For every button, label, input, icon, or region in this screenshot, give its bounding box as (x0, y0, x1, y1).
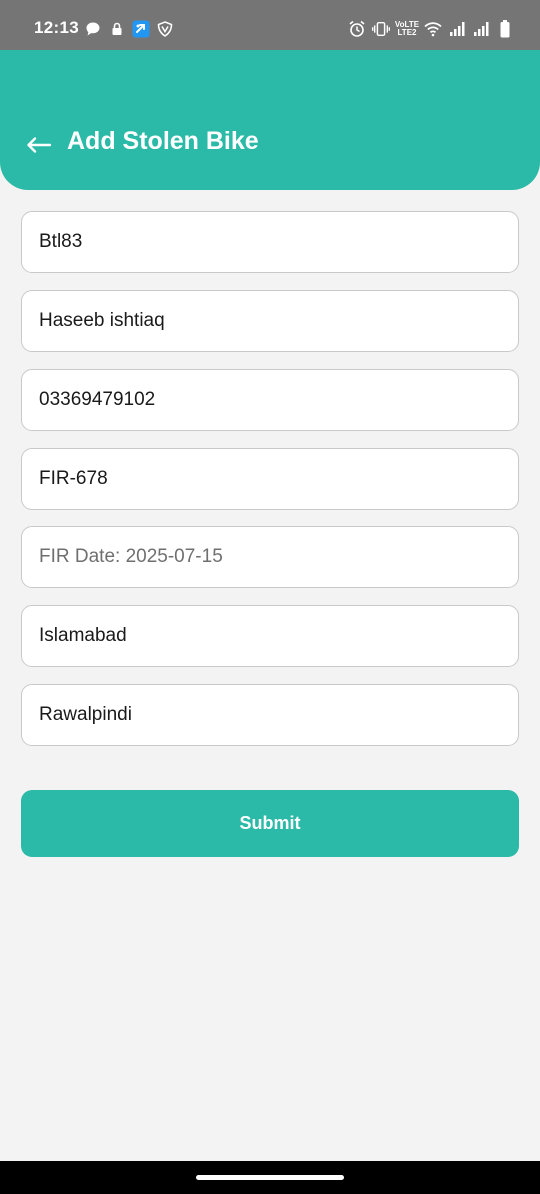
vpn-shield-icon (156, 20, 174, 38)
wifi-icon (424, 20, 442, 38)
area-field[interactable] (21, 684, 519, 746)
battery-icon (496, 20, 514, 38)
phone-number-field[interactable] (21, 369, 519, 431)
alarm-icon (348, 20, 366, 38)
messaging-app-icon (132, 20, 150, 38)
status-right-icons: VoLTE LTE2 (348, 17, 514, 41)
volte-icon: VoLTE LTE2 (395, 20, 419, 38)
back-button[interactable] (24, 132, 54, 162)
city-field[interactable] (21, 605, 519, 667)
bike-number-field[interactable] (21, 211, 519, 273)
page-title: Add Stolen Bike (67, 127, 259, 155)
arrow-left-icon (26, 135, 52, 160)
owner-name-field[interactable] (21, 290, 519, 352)
chat-bubble-icon (84, 20, 102, 38)
system-nav-bar (0, 1161, 540, 1194)
signal-icon (472, 20, 490, 38)
lte2-label: LTE2 (397, 28, 417, 37)
home-indicator[interactable] (196, 1175, 344, 1180)
vibrate-icon (372, 20, 390, 38)
status-bar: 12:13 VoLTE LTE2 (0, 0, 540, 50)
status-left-icons (84, 17, 174, 41)
status-time: 12:13 (34, 18, 79, 37)
signal-icon (448, 20, 466, 38)
fir-date-field[interactable]: FIR Date: 2025-07-15 (21, 526, 519, 588)
submit-button[interactable]: Submit (21, 790, 519, 857)
app-header: Add Stolen Bike (0, 50, 540, 190)
fir-number-field[interactable] (21, 448, 519, 510)
lock-icon (108, 20, 126, 38)
